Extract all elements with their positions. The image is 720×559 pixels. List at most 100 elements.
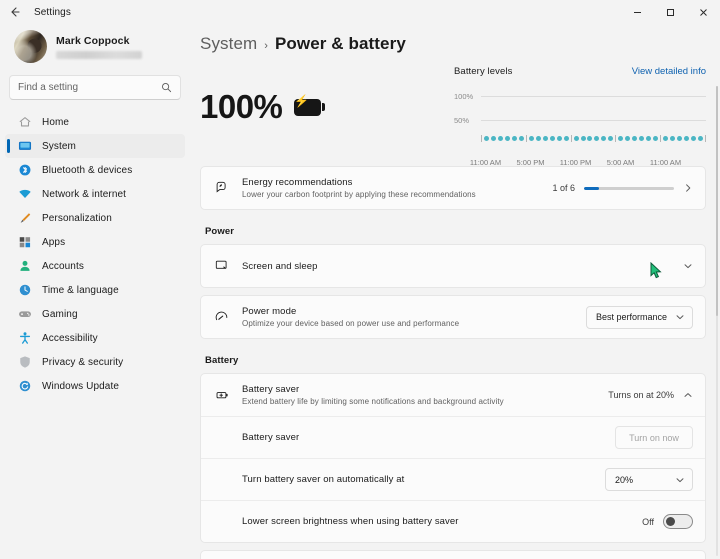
turn-on-now-button[interactable]: Turn on now	[615, 426, 693, 449]
battery-saver-header-text: Battery saver Extend battery life by lim…	[242, 384, 597, 406]
power-mode-value: Best performance	[595, 312, 667, 322]
battery-saver-subrow-title: Battery saver	[242, 432, 300, 443]
screen-and-sleep-card[interactable]: Screen and sleep	[200, 244, 706, 288]
ytick-label: 50%	[454, 116, 470, 125]
breadcrumb-parent[interactable]: System	[200, 34, 257, 54]
breadcrumb: System › Power & battery	[196, 24, 720, 54]
sidebar-item-gaming[interactable]: Gaming	[5, 302, 185, 326]
lower-brightness-title: Lower screen brightness when using batte…	[242, 516, 459, 527]
sidebar-item-label: Home	[42, 116, 70, 128]
chart-dot	[511, 136, 517, 141]
scrollbar-thumb[interactable]	[716, 86, 718, 316]
chart-dot	[497, 136, 503, 141]
sidebar-item-windows-update[interactable]: Windows Update	[5, 374, 185, 398]
chart-data-points	[481, 135, 706, 142]
maximize-button[interactable]	[654, 0, 687, 24]
battery-charging-icon: ⚡	[294, 95, 328, 118]
sidebar-item-bluetooth-devices[interactable]: Bluetooth & devices	[5, 158, 185, 182]
back-button[interactable]	[0, 0, 30, 24]
battery-saver-header-row[interactable]: Battery saver Extend battery life by lim…	[201, 374, 705, 416]
battery-usage-card[interactable]: Battery usage	[200, 550, 706, 559]
chart-dot	[573, 136, 579, 141]
chart-dot	[697, 136, 703, 141]
minimize-button[interactable]	[621, 0, 654, 24]
gridline-50: 50%	[454, 116, 706, 125]
sidebar-item-privacy-security[interactable]: Privacy & security	[5, 350, 185, 374]
auto-battery-saver-value: 20%	[615, 474, 634, 485]
sidebar-item-accounts[interactable]: Accounts	[5, 254, 185, 278]
battery-saver-toggle-row: Battery saver Turn on now	[201, 416, 705, 458]
close-button[interactable]	[687, 0, 720, 24]
maximize-icon	[667, 8, 674, 16]
lower-brightness-toggle[interactable]	[663, 514, 693, 529]
account-summary[interactable]: Mark Coppock	[5, 24, 185, 70]
settings-scroll-area: Energy recommendations Lower your carbon…	[196, 166, 720, 559]
axis-tick	[525, 135, 527, 142]
auto-battery-saver-text: Turn battery saver on automatically at	[242, 474, 594, 485]
account-name: Mark Coppock	[56, 34, 130, 47]
chart-dot	[632, 136, 638, 141]
battery-saver-subtitle: Extend battery life by limiting some not…	[242, 397, 504, 406]
chart-dot	[677, 136, 683, 141]
chevron-right-icon[interactable]	[683, 183, 693, 193]
energy-recommendations-card[interactable]: Energy recommendations Lower your carbon…	[200, 166, 706, 210]
battery-usage-row[interactable]: Battery usage	[201, 551, 705, 559]
window-title: Settings	[34, 6, 71, 18]
sidebar-item-apps[interactable]: Apps	[5, 230, 185, 254]
energy-recommendations-progress	[584, 186, 674, 190]
power-mode-title: Power mode	[242, 306, 297, 317]
power-mode-row[interactable]: Power mode Optimize your device based on…	[201, 296, 705, 338]
energy-recommendations-right: 1 of 6	[552, 183, 693, 193]
auto-battery-saver-dropdown[interactable]: 20%	[605, 468, 693, 491]
close-icon	[700, 8, 707, 16]
sidebar-item-accessibility[interactable]: Accessibility	[5, 326, 185, 350]
sidebar-item-time-language[interactable]: Time & language	[5, 278, 185, 302]
sidebar-item-system[interactable]: System	[5, 134, 185, 158]
chart-title: Battery levels	[454, 66, 513, 77]
vertical-scrollbar[interactable]	[716, 86, 718, 556]
power-mode-subtitle: Optimize your device based on power use …	[242, 319, 460, 328]
sidebar-item-personalization[interactable]: Personalization	[5, 206, 185, 230]
chevron-down-icon[interactable]	[683, 261, 693, 271]
power-mode-dropdown[interactable]: Best performance	[585, 305, 693, 329]
power-mode-card[interactable]: Power mode Optimize your device based on…	[200, 295, 706, 339]
chart-dot	[618, 136, 624, 141]
power-mode-text: Power mode Optimize your device based on…	[242, 306, 575, 328]
auto-battery-saver-title: Turn battery saver on automatically at	[242, 474, 405, 485]
search-input[interactable]: Find a setting	[9, 75, 181, 100]
axis-tick	[570, 135, 572, 142]
sidebar-item-label: Apps	[42, 236, 66, 248]
chart-dot	[556, 136, 562, 141]
back-arrow-icon	[11, 7, 20, 17]
auto-battery-saver-row: Turn battery saver on automatically at 2…	[201, 458, 705, 500]
system-monitor-icon	[17, 139, 32, 154]
chart-dot	[563, 136, 569, 141]
battery-saver-right: Turns on at 20%	[608, 390, 693, 400]
sidebar-item-label: Bluetooth & devices	[42, 164, 133, 176]
chevron-down-icon	[675, 475, 685, 485]
leaf-recommendation-icon	[213, 180, 231, 196]
sidebar: Mark Coppock Find a setting Home System …	[0, 24, 190, 559]
sidebar-item-network-internet[interactable]: Network & internet	[5, 182, 185, 206]
settings-window: Settings Mark Coppock Find a setting Hom…	[0, 0, 720, 559]
person-icon	[17, 259, 32, 274]
battery-saver-icon	[213, 387, 231, 403]
sidebar-item-label: Privacy & security	[42, 356, 124, 368]
chart-xtick-label: 11:00 AM	[649, 158, 682, 167]
sidebar-item-label: Time & language	[42, 284, 119, 296]
battery-saver-card: Battery saver Extend battery life by lim…	[200, 373, 706, 543]
toggle-knob	[666, 517, 675, 526]
axis-tick	[615, 135, 617, 142]
view-detailed-info-link[interactable]: View detailed info	[632, 66, 706, 77]
chevron-up-icon[interactable]	[683, 390, 693, 400]
gridline-100: 100%	[454, 92, 706, 101]
energy-recommendations-row[interactable]: Energy recommendations Lower your carbon…	[201, 167, 705, 209]
chart-dot	[663, 136, 669, 141]
chart-dot	[625, 136, 631, 141]
sidebar-item-label: Accounts	[42, 260, 84, 272]
chart-dot	[518, 136, 524, 141]
sidebar-item-home[interactable]: Home	[5, 110, 185, 134]
chart-dot	[639, 136, 645, 141]
screen-and-sleep-row[interactable]: Screen and sleep	[201, 245, 705, 287]
lower-brightness-right: Off	[642, 514, 693, 529]
